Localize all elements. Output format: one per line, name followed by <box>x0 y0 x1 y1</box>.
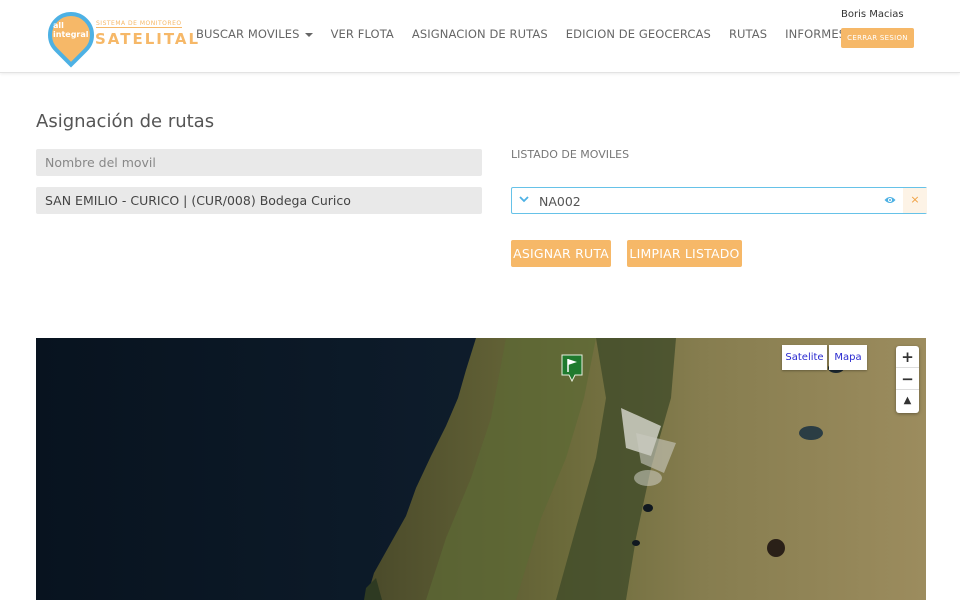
vehicle-name-input[interactable]: Nombre del movil <box>36 149 482 176</box>
nav-rutas[interactable]: RUTAS <box>729 27 767 41</box>
nav-label: VER FLOTA <box>330 27 394 41</box>
logo-pin-text: all integral <box>53 21 89 39</box>
nav-label: ASIGNACION DE RUTAS <box>411 27 548 41</box>
nav-asignacion-rutas[interactable]: ASIGNACION DE RUTAS <box>412 27 548 41</box>
map-terrain <box>36 338 926 600</box>
logo-title: SATELITAL <box>95 30 201 48</box>
main-nav: BUSCAR MOVILES VER FLOTA ASIGNACION DE R… <box>196 27 877 41</box>
nav-label: BUSCAR MOVILES <box>196 27 300 41</box>
logo-divider <box>96 27 182 28</box>
user-name: Boris Macias <box>841 9 904 20</box>
clear-list-button[interactable]: LIMPIAR LISTADO <box>627 240 742 267</box>
nav-ver-flota[interactable]: VER FLOTA <box>331 27 394 41</box>
chevron-down-icon[interactable] <box>519 194 529 204</box>
nav-label: INFORMES <box>785 27 847 41</box>
caret-down-icon <box>304 32 313 37</box>
map-type-map-button[interactable]: Mapa <box>829 345 867 370</box>
vehicle-list-label: LISTADO DE MOVILES <box>511 148 630 161</box>
page-title: Asignación de rutas <box>36 111 215 132</box>
app-logo[interactable]: all integral SISTEMA DE MONITOREO SATELI… <box>38 2 198 68</box>
satellite-map[interactable]: Satelite Mapa + − ▲ <box>36 338 926 600</box>
vehicle-flag-marker-icon[interactable] <box>561 354 583 382</box>
clear-selection-button[interactable]: × <box>903 188 927 213</box>
top-navbar: all integral SISTEMA DE MONITOREO SATELI… <box>0 0 960 73</box>
assign-route-button[interactable]: ASIGNAR RUTA <box>511 240 611 267</box>
map-type-satellite-button[interactable]: Satelite <box>782 345 827 370</box>
nav-label: RUTAS <box>728 27 768 41</box>
zoom-in-button[interactable]: + <box>896 346 919 368</box>
reset-north-button[interactable]: ▲ <box>896 390 919 412</box>
vehicle-list-select[interactable]: NA002 × <box>511 187 927 214</box>
eye-icon[interactable] <box>884 195 896 205</box>
zoom-controls: + − ▲ <box>896 346 919 413</box>
route-select-input[interactable]: SAN EMILIO - CURICO | (CUR/008) Bodega C… <box>36 187 482 214</box>
logout-button[interactable]: CERRAR SESION <box>841 28 914 48</box>
nav-buscar-moviles[interactable]: BUSCAR MOVILES <box>196 27 313 41</box>
zoom-out-button[interactable]: − <box>896 368 919 390</box>
nav-edicion-geocercas[interactable]: EDICION DE GEOCERCAS <box>566 27 711 41</box>
selected-vehicle-value: NA002 <box>539 194 581 209</box>
logo-subtitle: SISTEMA DE MONITOREO <box>96 20 182 27</box>
nav-label: EDICION DE GEOCERCAS <box>565 27 711 41</box>
